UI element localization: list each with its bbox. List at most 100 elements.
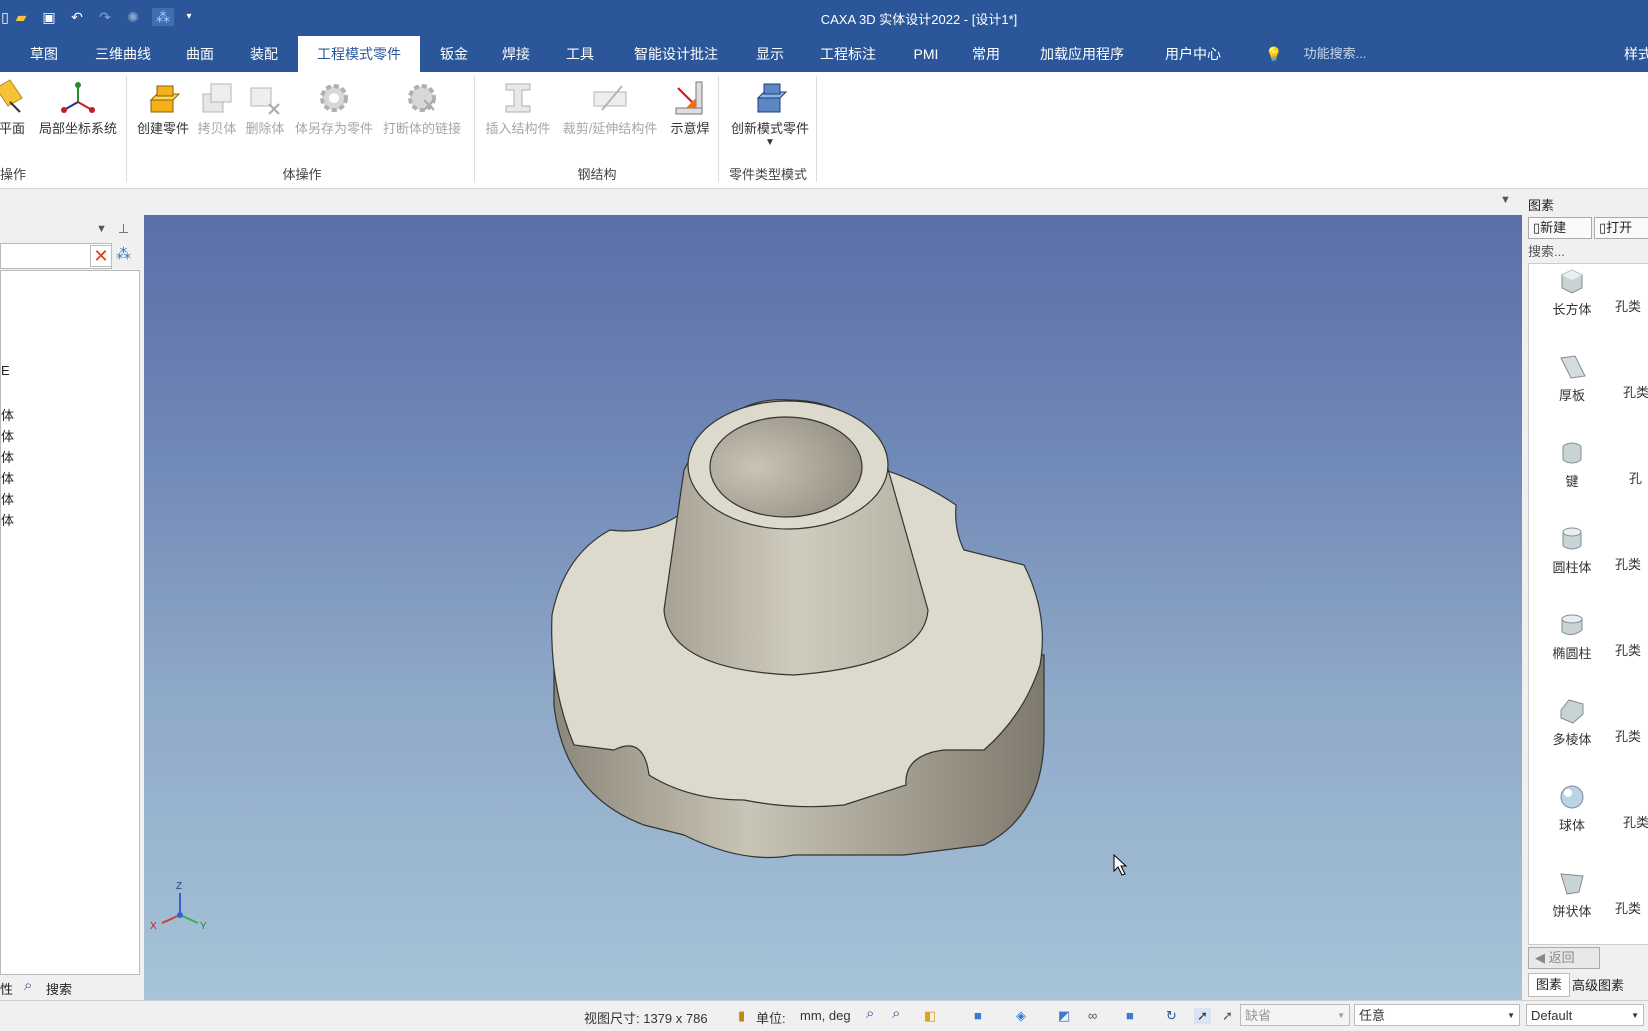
insert-structure-button[interactable]: 插入结构件: [482, 78, 554, 137]
tab-smart-annotation[interactable]: 智能设计批注: [626, 36, 726, 72]
back-button[interactable]: ◀ 返回: [1528, 947, 1600, 969]
zoom-window-icon[interactable]: ⌕: [892, 1005, 900, 1022]
library-item-hole[interactable]: 孔类: [1615, 726, 1648, 745]
tree-item[interactable]: E: [1, 363, 10, 378]
delete-body-icon: [250, 87, 280, 115]
default-combo[interactable]: 缺省 ▼: [1240, 1004, 1350, 1026]
tab-style[interactable]: 样式: [1618, 36, 1648, 72]
plane-button[interactable]: 平面: [0, 78, 32, 137]
library-item-plate[interactable]: 厚板: [1539, 352, 1605, 404]
shaded-view-icon[interactable]: ■: [974, 1008, 982, 1023]
unit-label: 单位:: [756, 1011, 786, 1026]
open-button[interactable]: ▯打开: [1594, 217, 1648, 239]
any-combo[interactable]: 任意 ▼: [1354, 1004, 1520, 1026]
ribbon-separator: [126, 76, 127, 182]
break-link-button[interactable]: 打断体的链接: [378, 78, 466, 137]
ribbon-separator: [718, 76, 719, 182]
tree-item[interactable]: 体: [1, 447, 14, 466]
clear-filter-icon[interactable]: ✕: [90, 245, 112, 267]
library-item-sphere[interactable]: 球体: [1539, 782, 1605, 834]
group-label-body-ops: 体操作: [282, 167, 322, 182]
save-body-as-part-button[interactable]: 体另存为零件: [292, 78, 376, 137]
tab-surface[interactable]: 曲面: [176, 36, 224, 72]
library-item-pie[interactable]: 饼状体: [1539, 868, 1605, 920]
section-view-icon[interactable]: ◩: [1058, 1008, 1070, 1024]
local-cs-button[interactable]: 局部坐标系统: [34, 78, 122, 137]
pin-icon[interactable]: ⊥: [118, 221, 129, 237]
tab-library-elements[interactable]: 图素: [1528, 973, 1570, 997]
rotate-icon[interactable]: ↻: [1166, 1008, 1177, 1024]
3d-viewport[interactable]: Z X Y: [144, 215, 1522, 1000]
tab-engineering-part[interactable]: 工程模式零件: [298, 36, 420, 72]
chevron-down-icon[interactable]: ▼: [722, 137, 818, 149]
tab-tools[interactable]: 工具: [556, 36, 604, 72]
tab-eng-dimension[interactable]: 工程标注: [812, 36, 884, 72]
view-cube-icon[interactable]: ◧: [924, 1008, 936, 1024]
library-item-hole[interactable]: 孔类: [1615, 554, 1648, 573]
any-combo-value: 任意: [1359, 1008, 1386, 1023]
library-item-prism[interactable]: 多棱体: [1539, 696, 1605, 748]
delete-body-button[interactable]: 删除体: [242, 78, 288, 137]
glasses-icon[interactable]: ∞: [1088, 1008, 1097, 1023]
tab-user-center[interactable]: 用户中心: [1156, 36, 1230, 72]
new-mode-part-button[interactable]: 创新模式零件 ▼: [722, 78, 818, 149]
tree-item[interactable]: 体: [1, 510, 14, 529]
library-item-hole[interactable]: 孔类: [1615, 898, 1648, 917]
library-item-cylinder[interactable]: 圆柱体: [1539, 524, 1605, 576]
axis-triad: [161, 893, 199, 924]
library-item-hole[interactable]: 孔: [1629, 468, 1648, 487]
new-button[interactable]: ▯新建: [1528, 217, 1592, 239]
design-tree[interactable]: E 体 体 体 体 体 体: [0, 270, 140, 975]
profile-combo[interactable]: Default ▼: [1526, 1004, 1644, 1026]
library-item-key[interactable]: 键: [1539, 438, 1605, 490]
tab-properties[interactable]: 性: [0, 979, 13, 998]
copy-body-button[interactable]: 拷贝体: [194, 78, 240, 137]
create-part-button[interactable]: 创建零件: [132, 78, 194, 137]
zoom-icon[interactable]: ⌕: [866, 1005, 874, 1022]
tab-welding[interactable]: 焊接: [492, 36, 540, 72]
function-search-input[interactable]: 功能搜索...: [1290, 36, 1380, 72]
library-item-elliptic-cylinder[interactable]: 椭圆柱: [1539, 610, 1605, 662]
library-item-hole[interactable]: 孔类: [1615, 296, 1648, 315]
unit-value[interactable]: mm, deg: [800, 1008, 851, 1023]
pick-filter-icon[interactable]: ➚: [1222, 1008, 1233, 1024]
search-icon[interactable]: ⌕: [24, 977, 32, 994]
library-item-box[interactable]: 长方体: [1539, 266, 1605, 318]
select-cursor-icon[interactable]: ➚: [1194, 1008, 1211, 1024]
coordinate-system-icon: [61, 82, 95, 113]
tree-item[interactable]: 体: [1, 426, 14, 445]
standard-view-icon[interactable]: ■: [1126, 1008, 1134, 1023]
tab-sheet-metal[interactable]: 钣金: [430, 36, 478, 72]
tab-3d-curve[interactable]: 三维曲线: [84, 36, 162, 72]
weld-symbol-button[interactable]: 示意焊: [664, 78, 716, 137]
library-item-hole[interactable]: 孔类: [1615, 640, 1648, 659]
tab-advanced-elements[interactable]: 高级图素: [1572, 976, 1648, 996]
tab-load-apps[interactable]: 加载应用程序: [1034, 36, 1130, 72]
tab-assembly[interactable]: 装配: [240, 36, 288, 72]
library-item-hole[interactable]: 孔类: [1623, 812, 1648, 831]
default-combo-value: 缺省: [1245, 1008, 1272, 1023]
chevron-down-icon[interactable]: ▼: [1500, 194, 1511, 206]
filter-options-icon[interactable]: ⁂: [116, 245, 131, 263]
tab-pmi[interactable]: PMI: [902, 36, 950, 72]
library-item-hole[interactable]: 孔类: [1623, 382, 1648, 401]
tab-sketch[interactable]: 草图: [20, 36, 68, 72]
library-search-input[interactable]: 搜索...: [1528, 241, 1648, 261]
prism-icon: [1560, 699, 1584, 724]
create-part-icon: [149, 85, 181, 113]
chevron-down-icon[interactable]: ▼: [96, 223, 107, 235]
tree-item[interactable]: 体: [1, 489, 14, 508]
chevron-down-icon: ▼: [1337, 1011, 1345, 1020]
tree-item[interactable]: 体: [1, 405, 14, 424]
tab-display[interactable]: 显示: [746, 36, 794, 72]
part-model[interactable]: Z X Y: [144, 215, 1522, 1000]
render-mode-icon[interactable]: ◈: [1016, 1008, 1026, 1024]
back-label: 返回: [1548, 950, 1575, 965]
tab-search[interactable]: 搜索: [46, 979, 72, 998]
tab-common[interactable]: 常用: [962, 36, 1010, 72]
design-library-panel: 图素 ▯新建 ▯打开 搜索... 长方体 厚板 键 圆柱体 椭圆柱 多棱体 球体…: [1524, 189, 1648, 1030]
trim-extend-button[interactable]: 裁剪/延伸结构件: [556, 78, 664, 137]
new-mode-part-icon: [756, 83, 788, 113]
tree-item[interactable]: 体: [1, 468, 14, 487]
lightbulb-icon[interactable]: 💡: [1262, 36, 1286, 72]
